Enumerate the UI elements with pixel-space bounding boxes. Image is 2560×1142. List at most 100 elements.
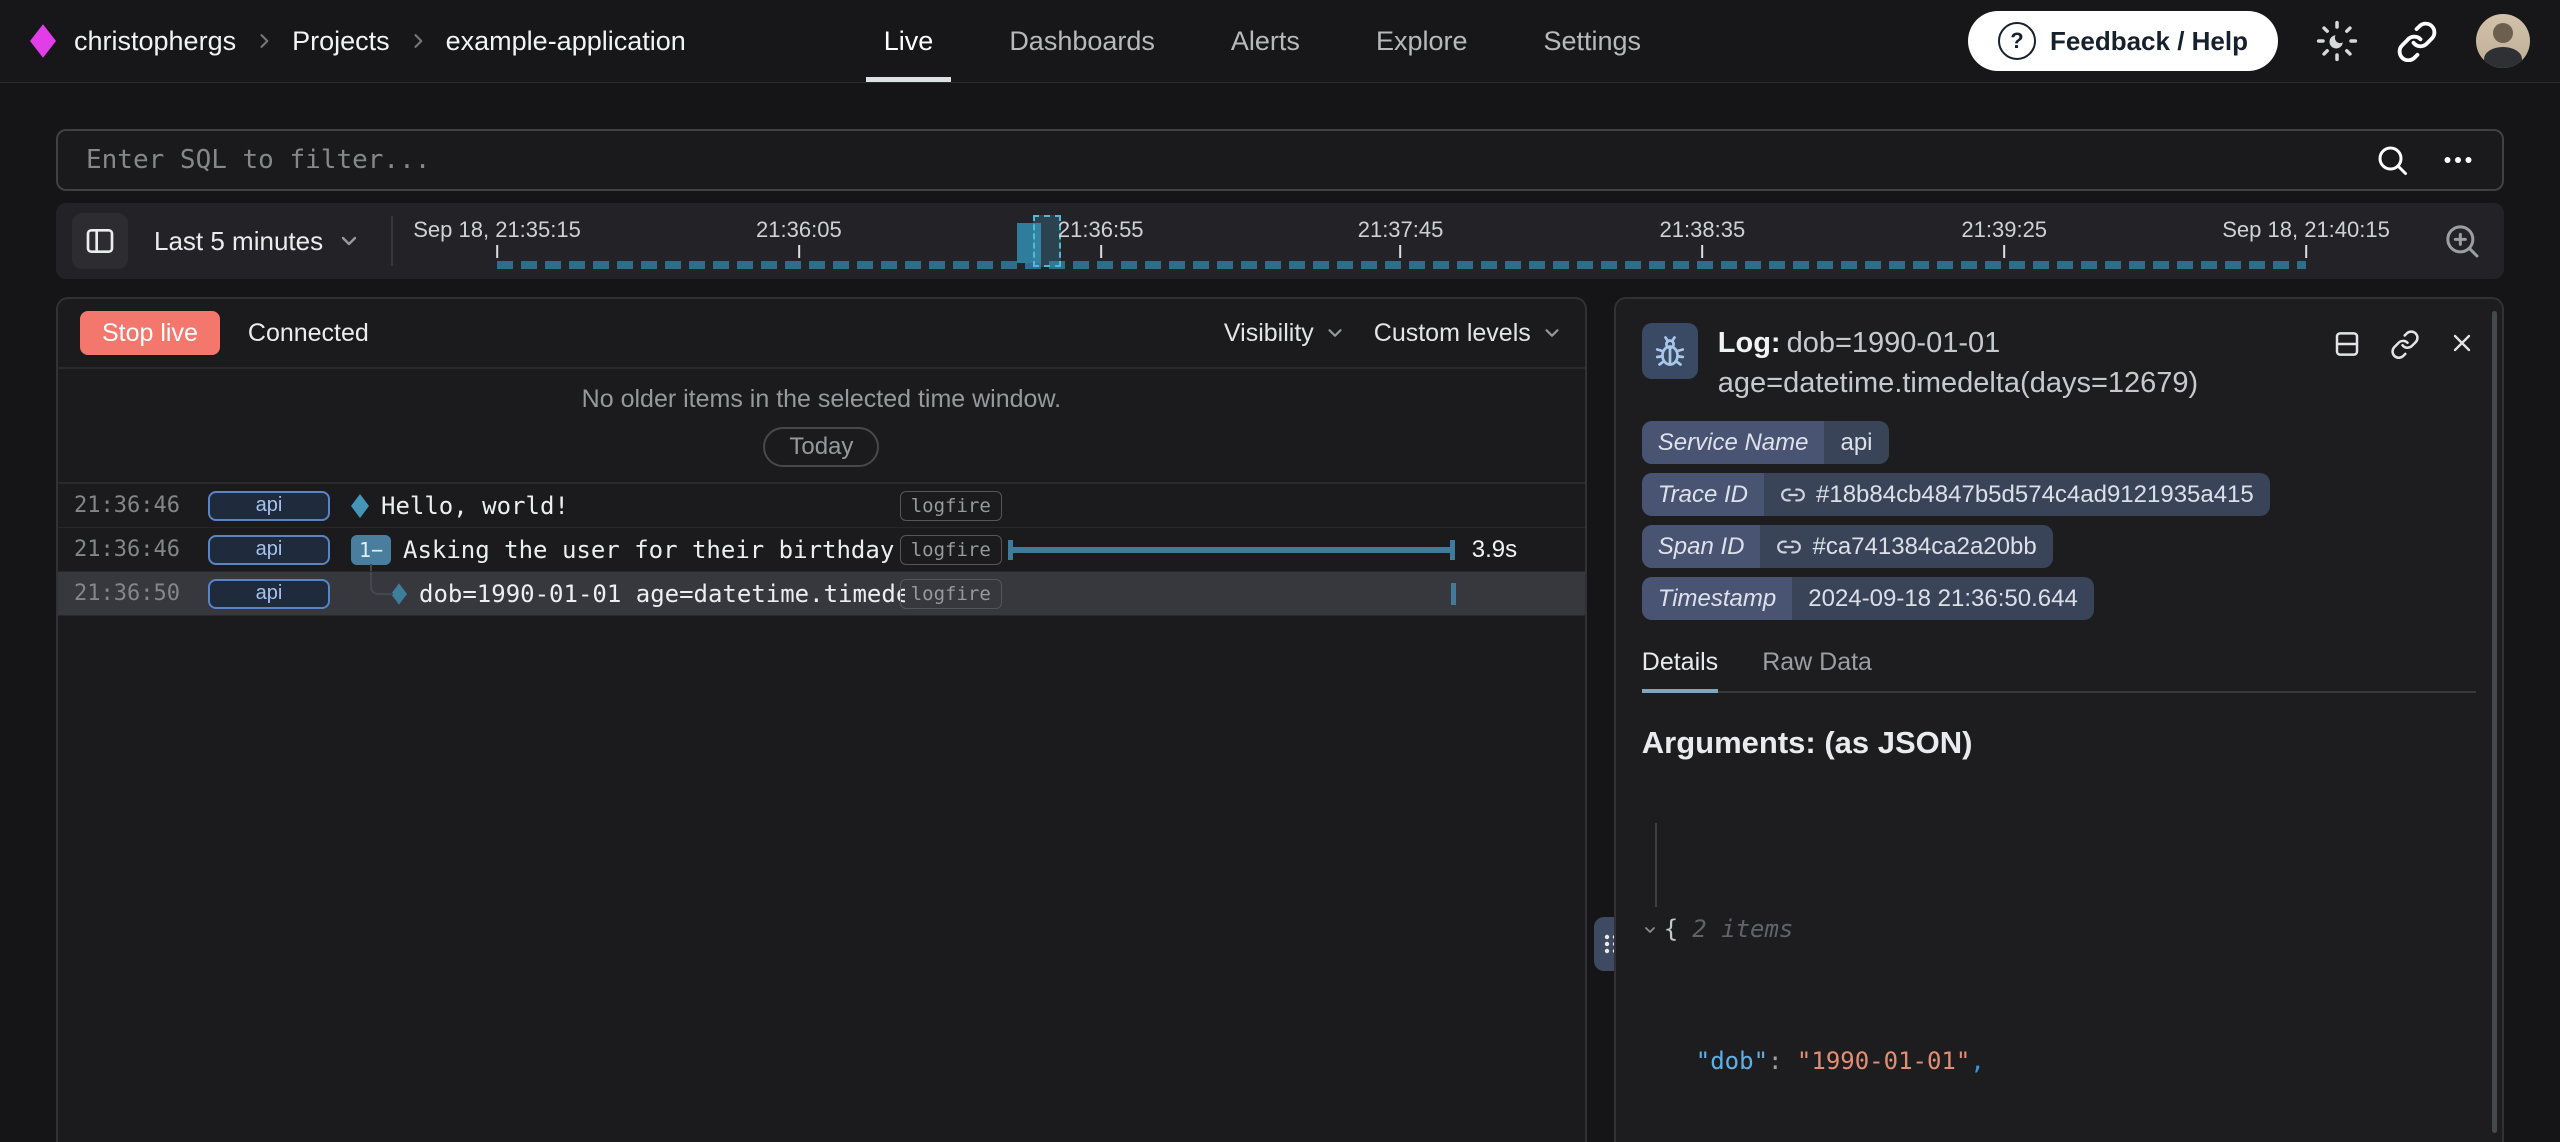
more-options-icon[interactable]	[2440, 142, 2476, 178]
json-items-note: 2 items	[1692, 915, 1793, 943]
log-diamond-icon	[391, 583, 407, 605]
arguments-heading: Arguments: (as JSON)	[1642, 725, 2476, 761]
arguments-section: Arguments: (as JSON) {2 items "dob": "19…	[1642, 725, 2476, 1142]
timeline-axis[interactable]: Sep 18, 21:35:15 21:36:05 21:36:55 21:37…	[417, 203, 2416, 279]
tick-label: 21:36:55	[1058, 217, 1144, 243]
main-nav: Live Dashboards Alerts Explore Settings	[846, 0, 1679, 82]
service-badge[interactable]: api	[208, 491, 330, 521]
logfire-tag[interactable]: logfire	[900, 535, 1002, 565]
tick-label: 21:36:05	[756, 217, 842, 243]
time-range-select[interactable]: Last 5 minutes	[154, 226, 361, 257]
tick-label: 21:37:45	[1358, 217, 1444, 243]
row-duration-area	[997, 572, 1585, 615]
top-bar-actions: ? Feedback / Help	[1968, 0, 2530, 82]
tab-dashboards[interactable]: Dashboards	[991, 0, 1173, 82]
sidebar-toggle-button[interactable]	[72, 213, 128, 269]
timeline-bar: Last 5 minutes Sep 18, 21:35:15 21:36:05…	[56, 203, 2504, 279]
search-icon[interactable]	[2374, 142, 2410, 178]
json-open-line[interactable]: {2 items	[1642, 907, 2476, 951]
sql-filter-bar	[56, 129, 2504, 191]
details-title-kind: Log:	[1718, 327, 1781, 359]
timeline-tick: 21:36:05	[756, 203, 842, 258]
log-time-tick	[1451, 583, 1456, 605]
collapse-chevron-icon[interactable]	[1642, 922, 1658, 938]
chevron-right-icon	[254, 31, 274, 51]
logfire-logo-icon[interactable]	[30, 24, 56, 58]
details-title-text: dob=1990-01-01 age=datetime.timedelta(da…	[1718, 327, 2198, 399]
tick-label: 21:39:25	[1961, 217, 2047, 243]
tab-raw-data[interactable]: Raw Data	[1762, 648, 1872, 691]
log-row-selected[interactable]: 21:36:50 api dob=1990-01-01 age=datetime…	[58, 572, 1585, 616]
row-timestamp: 21:36:46	[74, 493, 192, 518]
logfire-app: christophergs Projects example-applicati…	[0, 0, 2560, 1142]
breadcrumb-section[interactable]: Projects	[292, 26, 390, 57]
empty-state: No older items in the selected time wind…	[58, 369, 1585, 484]
trace-id-pill[interactable]: Trace ID #18b84cb4847b5d574c4ad9121935a4…	[1642, 473, 2270, 516]
tab-alerts[interactable]: Alerts	[1213, 0, 1318, 82]
scrollbar[interactable]	[2492, 311, 2497, 1133]
row-timestamp: 21:36:46	[74, 537, 192, 562]
zoom-in-button[interactable]	[2436, 220, 2488, 262]
feedback-help-button[interactable]: ? Feedback / Help	[1968, 11, 2278, 71]
details-header: Log:dob=1990-01-01 age=datetime.timedelt…	[1642, 323, 2476, 403]
logfire-tag[interactable]: logfire	[900, 491, 1002, 521]
log-row[interactable]: 21:36:46 api Hello, world! logfire	[58, 484, 1585, 528]
timeline-dashed-track	[497, 261, 2306, 269]
tick-label: 21:38:35	[1660, 217, 1746, 243]
span-id-pill[interactable]: Span ID #ca741384ca2a20bb	[1642, 525, 2053, 568]
split-view-button[interactable]	[2332, 329, 2362, 359]
top-bar: christophergs Projects example-applicati…	[0, 0, 2560, 83]
timestamp-label: Timestamp	[1642, 577, 1792, 620]
empty-state-message: No older items in the selected time wind…	[582, 385, 1061, 414]
collapsed-children-badge[interactable]: 1−	[351, 535, 391, 565]
visibility-dropdown[interactable]: Visibility	[1224, 319, 1346, 348]
close-panel-button[interactable]	[2448, 329, 2476, 357]
json-indent-guide	[1655, 823, 1657, 907]
breadcrumb-project[interactable]: example-application	[446, 26, 686, 57]
logfire-tag[interactable]: logfire	[900, 579, 1002, 609]
chevron-right-icon	[408, 31, 428, 51]
row-duration-area	[997, 484, 1585, 527]
question-circle-icon: ?	[1998, 22, 2036, 60]
chevron-down-icon	[1324, 322, 1346, 344]
link-icon	[1780, 482, 1806, 508]
live-view-header: Stop live Connected Visibility Custom le…	[58, 299, 1585, 369]
json-viewer: {2 items "dob": "1990-01-01", "age": 109…	[1642, 775, 2476, 1142]
connection-status: Connected	[248, 319, 369, 348]
today-button[interactable]: Today	[763, 427, 879, 467]
json-entry: "dob": "1990-01-01",	[1642, 1039, 2476, 1083]
timeline-selection-brush[interactable]	[1033, 215, 1061, 267]
trace-id-value: #18b84cb4847b5d574c4ad9121935a415	[1816, 481, 2254, 509]
user-avatar[interactable]	[2476, 14, 2530, 68]
span-id-label: Span ID	[1642, 525, 1761, 568]
log-row[interactable]: 21:36:46 api 1− Asking the user for thei…	[58, 528, 1585, 572]
timeline-tick: 21:39:25	[1961, 203, 2047, 258]
tick-label: Sep 18, 21:40:15	[2222, 217, 2390, 243]
theme-toggle-icon[interactable]	[2316, 20, 2358, 62]
share-link-icon[interactable]	[2396, 20, 2438, 62]
timeline-tick: 21:38:35	[1660, 203, 1746, 258]
service-badge[interactable]: api	[208, 579, 330, 609]
log-message: Hello, world!	[381, 492, 569, 520]
tab-live[interactable]: Live	[866, 0, 952, 82]
span-message: Asking the user for their birthday	[403, 536, 894, 564]
service-badge[interactable]: api	[208, 535, 330, 565]
breadcrumb: christophergs Projects example-applicati…	[30, 0, 686, 82]
copy-link-button[interactable]	[2390, 329, 2420, 359]
sql-filter-input[interactable]	[84, 144, 2354, 176]
tab-settings[interactable]: Settings	[1525, 0, 1659, 82]
tab-details[interactable]: Details	[1642, 648, 1718, 693]
custom-levels-label: Custom levels	[1374, 319, 1531, 348]
service-name-label: Service Name	[1642, 421, 1825, 464]
breadcrumb-org[interactable]: christophergs	[74, 26, 236, 57]
details-actions	[2332, 329, 2476, 403]
chevron-down-icon	[337, 229, 361, 253]
stop-live-button[interactable]: Stop live	[80, 311, 220, 355]
visibility-label: Visibility	[1224, 319, 1314, 348]
custom-levels-dropdown[interactable]: Custom levels	[1374, 319, 1563, 348]
tab-explore[interactable]: Explore	[1358, 0, 1486, 82]
details-title: Log:dob=1990-01-01 age=datetime.timedelt…	[1718, 323, 2312, 403]
timestamp-value: 2024-09-18 21:36:50.644	[1792, 577, 2094, 620]
log-message: dob=1990-01-01 age=datetime.timede	[419, 580, 905, 608]
span-duration-bar[interactable]	[1008, 540, 1455, 560]
